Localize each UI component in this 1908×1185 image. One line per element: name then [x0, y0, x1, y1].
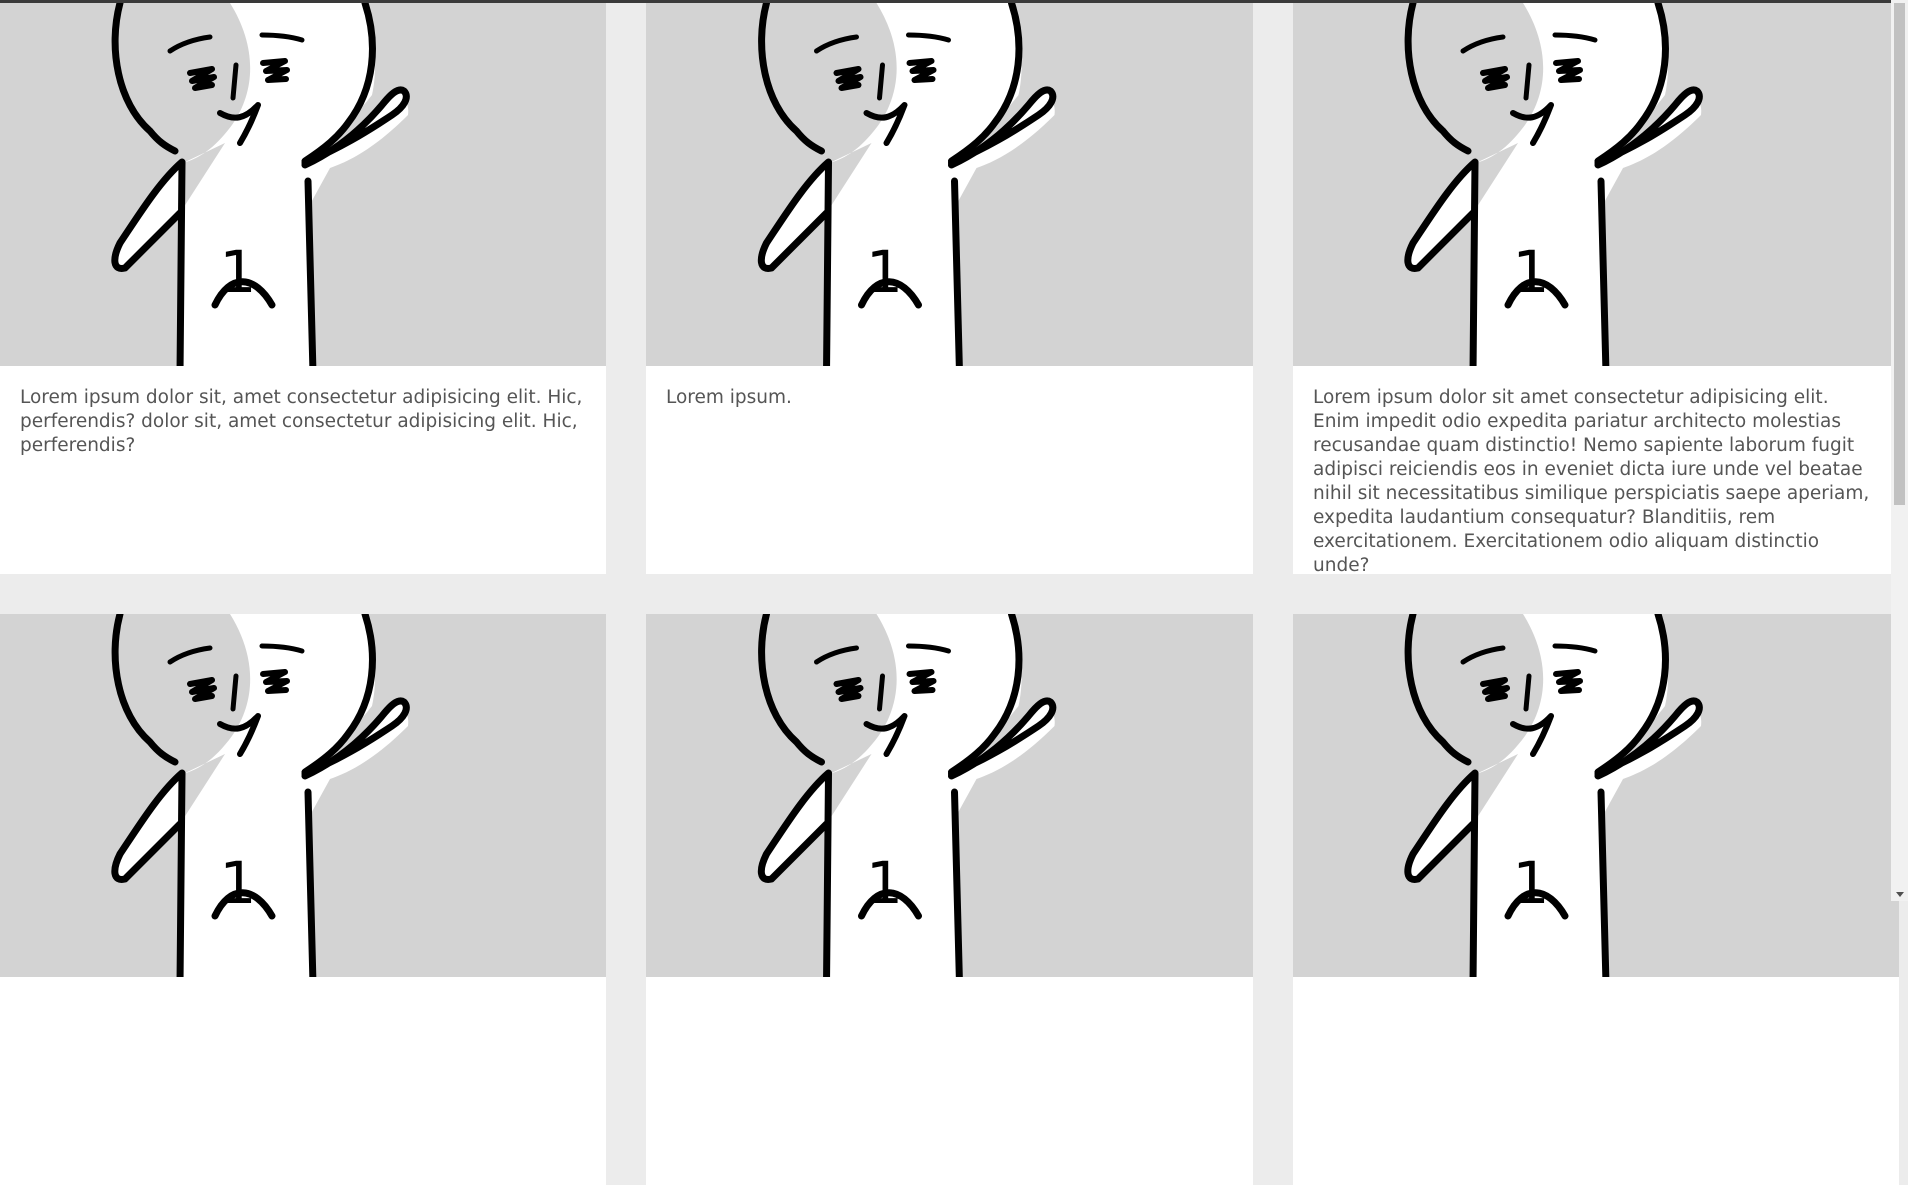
card-image: 1: [1293, 614, 1899, 977]
svg-text:1: 1: [866, 238, 903, 306]
card: 1 Lorem ipsum dolor sit, amet consectetu…: [0, 3, 606, 574]
vertical-scrollbar[interactable]: [1891, 0, 1908, 901]
card-text: Lorem ipsum dolor sit, amet consectetur …: [20, 387, 583, 456]
card: 1 Lorem ipsum.: [646, 3, 1253, 574]
card-image: 1: [0, 3, 606, 366]
waving-stick-figure-icon: 1: [646, 614, 1253, 977]
card-image: 1: [646, 614, 1253, 977]
svg-text:1: 1: [220, 849, 257, 917]
card-image: 1: [1293, 3, 1899, 366]
waving-stick-figure-icon: 1: [0, 3, 606, 366]
card-grid: 1 Lorem ipsum dolor sit, amet consectetu…: [0, 3, 1899, 1185]
waving-stick-figure-icon: 1: [1293, 3, 1899, 366]
card: 1 Lorem ipsum dolor sit amet consectetur…: [1293, 3, 1899, 574]
waving-stick-figure-icon: 1: [0, 614, 606, 977]
card-image: 1: [646, 3, 1253, 366]
card-text: [1293, 977, 1899, 997]
card-text: Lorem ipsum dolor sit amet consectetur a…: [1313, 387, 1870, 574]
card-text: [646, 977, 1253, 997]
scrollbar-thumb[interactable]: [1894, 3, 1905, 505]
card-text: Lorem ipsum.: [666, 387, 792, 408]
svg-text:1: 1: [1513, 849, 1550, 917]
waving-stick-figure-icon: 1: [646, 3, 1253, 366]
waving-stick-figure-icon: 1: [1293, 614, 1899, 977]
card-text: [0, 977, 606, 997]
scroll-down-arrow-icon[interactable]: [1896, 892, 1904, 897]
card-image: 1: [0, 614, 606, 977]
svg-text:1: 1: [1513, 238, 1550, 306]
card: 1: [646, 614, 1253, 1185]
svg-text:1: 1: [866, 849, 903, 917]
svg-text:1: 1: [220, 238, 257, 306]
card: 1: [0, 614, 606, 1185]
card: 1: [1293, 614, 1899, 1185]
